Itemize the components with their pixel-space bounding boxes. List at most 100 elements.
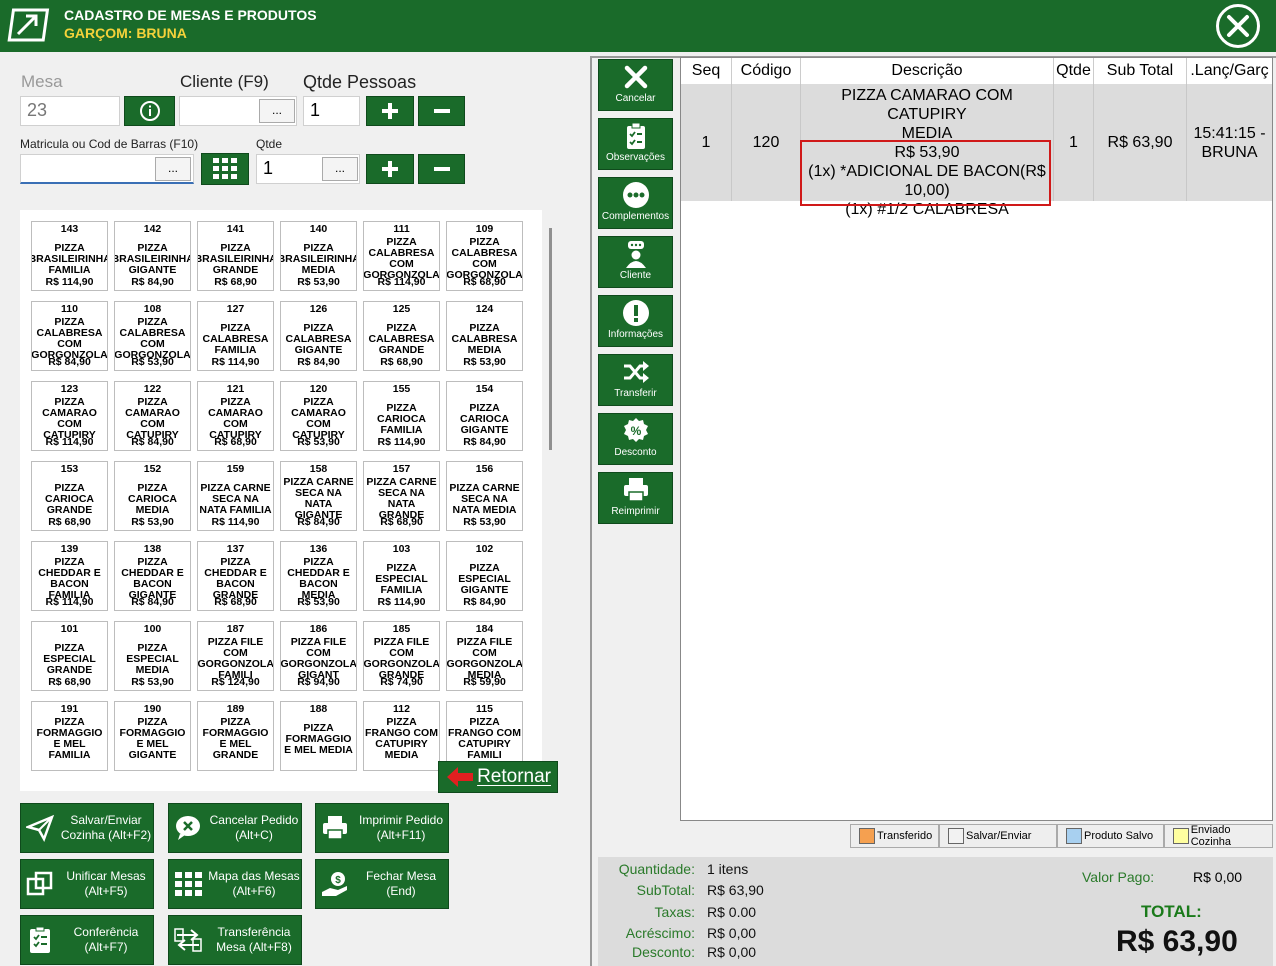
product-tile[interactable]: 137 PIZZA CHEDDAR E BACON GRANDE R$ 68,90 <box>197 541 274 611</box>
valor-pago-value: R$ 0,00 <box>1193 869 1243 885</box>
lanc-waiter: BRUNA <box>1201 143 1258 161</box>
product-tile[interactable]: 141 PIZZA BRASILEIRINHA GRANDE R$ 68,90 <box>197 221 274 291</box>
grid-action-button[interactable]: Mapa das Mesas (Alt+F6) <box>168 859 302 909</box>
product-tile[interactable]: 102 PIZZA ESPECIAL GIGANTE R$ 84,90 <box>446 541 523 611</box>
product-tile[interactable]: 188 PIZZA FORMAGGIO E MEL MEDIA <box>280 701 357 771</box>
pessoas-plus-button[interactable] <box>366 96 414 126</box>
col-header-seq[interactable]: Seq <box>681 58 732 84</box>
alert-icon <box>599 296 672 329</box>
keypad-button[interactable] <box>201 153 249 185</box>
col-header-qtde[interactable]: Qtde <box>1054 58 1094 84</box>
product-tile[interactable]: 187 PIZZA FILE COM GORGONZOLA FAMILI R$ 12… <box>197 621 274 691</box>
plus-icon <box>382 103 398 119</box>
product-tile[interactable]: 109 PIZZA CALABRESA COM GORGONZOLA R$ 68,9… <box>446 221 523 291</box>
matricula-search-button[interactable]: ... <box>155 157 191 181</box>
product-tile[interactable]: 110 PIZZA CALABRESA COM GORGONZOLA R$ 84,9… <box>31 301 108 371</box>
product-tile[interactable]: 100 PIZZA ESPECIAL MEDIA R$ 53,90 <box>114 621 191 691</box>
product-tile[interactable]: 111 PIZZA CALABRESA COM GORGONZOLA R$ 114,… <box>363 221 440 291</box>
send-action-button[interactable]: Salvar/Enviar Cozinha (Alt+F2) <box>20 803 154 853</box>
product-tile[interactable]: 124 PIZZA CALABRESA MEDIA R$ 53,90 <box>446 301 523 371</box>
checklist-action-button[interactable]: Conferência (Alt+F7) <box>20 915 154 965</box>
product-price: R$ 68,90 <box>380 516 423 528</box>
product-tile[interactable]: 122 PIZZA CAMARAO COM CATUPIRY R$ 84,90 <box>114 381 191 451</box>
cliente-label: Cliente (F9) <box>180 72 269 91</box>
info-button[interactable] <box>124 96 175 126</box>
back-button[interactable]: Retornar <box>438 761 558 793</box>
cell-lanc: 15:41:15 - BRUNA <box>1187 84 1272 201</box>
product-tile[interactable]: 158 PIZZA CARNE SECA NA NATA GIGANTE R$ 84… <box>280 461 357 531</box>
side-printer-button[interactable]: Reimprimir <box>598 472 673 524</box>
product-tile[interactable]: 189 PIZZA FORMAGGIO E MEL GRANDE <box>197 701 274 771</box>
product-code: 156 <box>475 463 494 475</box>
product-code: 108 <box>143 303 162 315</box>
product-tile[interactable]: 142 PIZZA BRASILEIRINHA GIGANTE R$ 84,90 <box>114 221 191 291</box>
svg-text:$: $ <box>335 875 341 886</box>
product-tile[interactable]: 156 PIZZA CARNE SECA NA NATA MEDIA R$ 53,9… <box>446 461 523 531</box>
cliente-search-button[interactable]: ... <box>259 99 295 123</box>
product-tile[interactable]: 103 PIZZA ESPECIAL FAMILIA R$ 114,90 <box>363 541 440 611</box>
product-tile[interactable]: 101 PIZZA ESPECIAL GRANDE R$ 68,90 <box>31 621 108 691</box>
qtde-search-button[interactable]: ... <box>322 157 358 181</box>
product-tile[interactable]: 138 PIZZA CHEDDAR E BACON GIGANTE R$ 84,90 <box>114 541 191 611</box>
col-header-codigo[interactable]: Código <box>732 58 801 84</box>
close-button[interactable] <box>1216 4 1260 48</box>
product-tile[interactable]: 139 PIZZA CHEDDAR E BACON FAMILIA R$ 114,9… <box>31 541 108 611</box>
side-clipboard-button[interactable]: Observações <box>598 118 673 170</box>
side-alert-button[interactable]: Informações <box>598 295 673 347</box>
subtotal-value: R$ 63,90 <box>707 882 764 898</box>
product-tile[interactable]: 126 PIZZA CALABRESA GIGANTE R$ 84,90 <box>280 301 357 371</box>
payment-action-button[interactable]: $ Fechar Mesa (End) <box>315 859 449 909</box>
product-tile[interactable]: 154 PIZZA CARIOCA GIGANTE R$ 84,90 <box>446 381 523 451</box>
col-header-subtotal[interactable]: Sub Total <box>1094 58 1187 84</box>
shuffle-icon <box>599 355 672 388</box>
product-tile[interactable]: 112 PIZZA FRANGO COM CATUPIRY MEDIA <box>363 701 440 771</box>
product-tile[interactable]: 159 PIZZA CARNE SECA NA NATA FAMILIA R$ 11… <box>197 461 274 531</box>
side-user-button[interactable]: Cliente <box>598 236 673 288</box>
product-tile[interactable]: 136 PIZZA CHEDDAR E BACON MEDIA R$ 53,90 <box>280 541 357 611</box>
action-button-label: Salvar/Enviar Cozinha (Alt+F2) <box>60 813 152 842</box>
qtde-minus-button[interactable] <box>418 154 465 184</box>
product-tile[interactable]: 185 PIZZA FILE COM GORGONZOLA GRANDE R$ 74… <box>363 621 440 691</box>
col-header-lanc[interactable]: .Lanç/Garç <box>1187 58 1272 84</box>
product-code: 191 <box>60 703 79 715</box>
product-tile[interactable]: 123 PIZZA CAMARAO COM CATUPIRY R$ 114,90 <box>31 381 108 451</box>
side-more-button[interactable]: Complementos <box>598 177 673 229</box>
product-code: 101 <box>60 623 79 635</box>
printer-icon <box>599 473 672 506</box>
product-tile[interactable]: 140 PIZZA BRASILEIRINHA MEDIA R$ 53,90 <box>280 221 357 291</box>
product-tile[interactable]: 191 PIZZA FORMAGGIO E MEL FAMILIA <box>31 701 108 771</box>
cancel-chat-icon <box>169 814 207 842</box>
product-tile[interactable]: 152 PIZZA CARIOCA MEDIA R$ 53,90 <box>114 461 191 531</box>
product-tile[interactable]: 190 PIZZA FORMAGGIO E MEL GIGANTE <box>114 701 191 771</box>
qtde-plus-button[interactable] <box>366 154 414 184</box>
product-tile[interactable]: 184 PIZZA FILE COM GORGONZOLA MEDIA R$ 59,… <box>446 621 523 691</box>
product-tile[interactable]: 155 PIZZA CARIOCA FAMILIA R$ 114,90 <box>363 381 440 451</box>
product-tile[interactable]: 125 PIZZA CALABRESA GRANDE R$ 68,90 <box>363 301 440 371</box>
unify-action-button[interactable]: Unificar Mesas (Alt+F5) <box>20 859 154 909</box>
side-percent-button[interactable]: % Desconto <box>598 413 673 465</box>
side-x-button[interactable]: Cancelar <box>598 59 673 111</box>
col-header-descricao[interactable]: Descrição <box>801 58 1054 84</box>
product-price: R$ 114,90 <box>45 276 94 288</box>
minus-icon <box>433 109 450 113</box>
mesa-field[interactable]: 23 <box>20 96 120 126</box>
side-shuffle-button[interactable]: Transferir <box>598 354 673 406</box>
product-grid-scrollbar[interactable] <box>549 228 552 450</box>
cell-seq: 1 <box>681 84 732 201</box>
product-code: 121 <box>226 383 245 395</box>
product-tile[interactable]: 157 PIZZA CARNE SECA NA NATA GRANDE R$ 68,… <box>363 461 440 531</box>
product-code: 136 <box>309 543 328 555</box>
product-tile[interactable]: 127 PIZZA CALABRESA FAMILIA R$ 114,90 <box>197 301 274 371</box>
qtde-pessoas-field[interactable]: 1 <box>303 96 360 126</box>
product-tile[interactable]: 121 PIZZA CAMARAO COM CATUPIRY R$ 68,90 <box>197 381 274 451</box>
printer-action-button[interactable]: Imprimir Pedido (Alt+F11) <box>315 803 449 853</box>
product-tile[interactable]: 120 PIZZA CAMARAO COM CATUPIRY R$ 53,90 <box>280 381 357 451</box>
transfer-action-button[interactable]: Transferência Mesa (Alt+F8) <box>168 915 302 965</box>
pessoas-minus-button[interactable] <box>418 96 465 126</box>
product-tile[interactable]: 153 PIZZA CARIOCA GRANDE R$ 68,90 <box>31 461 108 531</box>
product-name: PIZZA FRANGO COM CATUPIRY FAMILI <box>448 716 521 761</box>
cancel-chat-action-button[interactable]: Cancelar Pedido (Alt+C) <box>168 803 302 853</box>
product-tile[interactable]: 108 PIZZA CALABRESA COM GORGONZOLA R$ 53,9… <box>114 301 191 371</box>
product-tile[interactable]: 186 PIZZA FILE COM GORGONZOLA GIGANT R$ 94… <box>280 621 357 691</box>
product-tile[interactable]: 143 PIZZA BRASILEIRINHA FAMILIA R$ 114,90 <box>31 221 108 291</box>
